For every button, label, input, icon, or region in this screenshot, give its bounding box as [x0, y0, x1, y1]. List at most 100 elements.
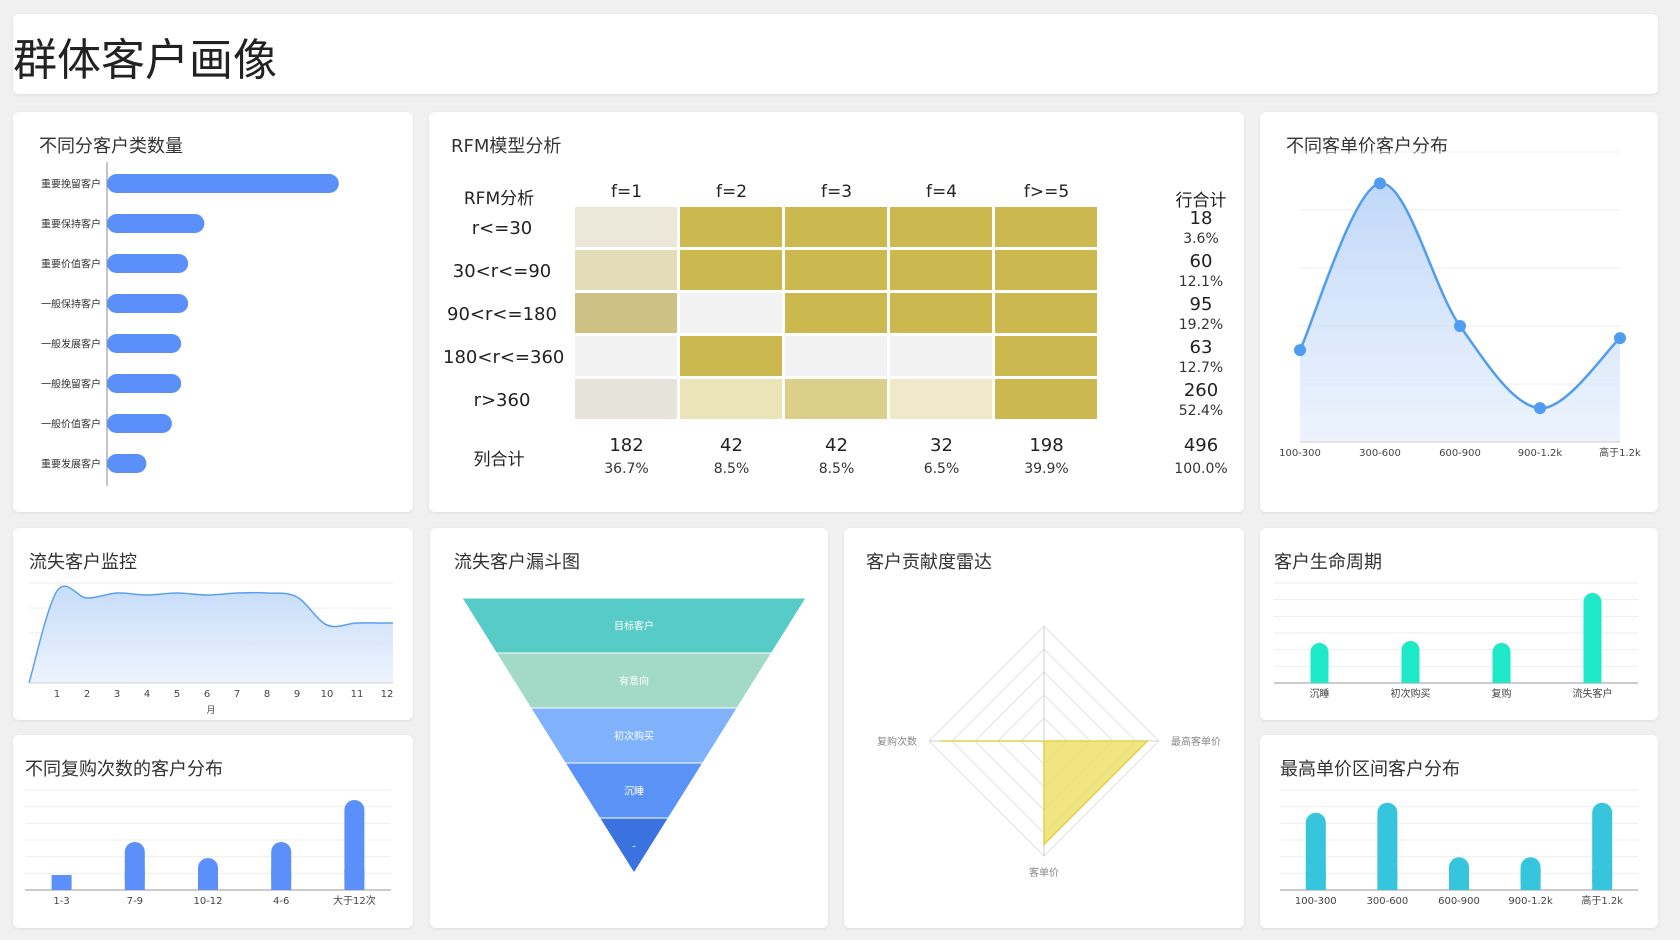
rfm-cell	[785, 207, 887, 247]
segment-label: 重要价值客户	[41, 258, 101, 271]
bar-base	[271, 870, 292, 890]
x-tick-label: 流失客户	[1573, 687, 1613, 700]
rfm-col-total: 182	[609, 435, 644, 456]
lifecycle-panel: 客户生命周期 沉睡 初次购买 复购 流失客户	[1260, 528, 1658, 720]
rfm-cell	[575, 379, 677, 419]
rfm-cell	[890, 336, 992, 376]
bar-base	[51, 875, 72, 890]
funnel-label: 目标客户	[614, 620, 654, 633]
segment-label: 一般挽留客户	[41, 378, 101, 391]
rfm-cell	[575, 250, 677, 290]
x-tick-label: 高于1.2k	[1581, 894, 1623, 907]
bar-base	[124, 870, 145, 890]
rfm-row-pct: 19.2%	[1178, 317, 1224, 333]
x-tick-label: 8	[264, 689, 270, 700]
rfm-col-header: f=2	[715, 182, 748, 202]
rfm-corner-label: RFM分析	[463, 189, 535, 209]
x-tick-label: 4	[144, 689, 150, 700]
rfm-cell	[575, 336, 677, 376]
rfm-col-header: f=3	[820, 182, 853, 202]
bar-base	[1401, 665, 1420, 683]
x-tick-label: 2	[84, 689, 90, 700]
bar-base	[1310, 665, 1329, 683]
price-point	[1374, 177, 1386, 190]
x-tick-label: 300-600	[1359, 448, 1401, 459]
rfm-cell	[890, 379, 992, 419]
rfm-row-total: 18	[1189, 208, 1213, 229]
x-tick-label: 6	[204, 689, 210, 700]
rfm-panel: RFM模型分析 RFM分析 行合计 列合计 496 100.0% f=1 182 3…	[429, 112, 1244, 512]
rfm-row-label: r<=30	[471, 218, 533, 239]
rfm-cell	[890, 293, 992, 333]
bar-base	[344, 870, 365, 890]
churn-monitor-chart: 1 2 3 4 5 6 7 8 9 10 11 12月	[28, 582, 393, 716]
x-tick-label: 600-900	[1439, 448, 1481, 459]
segments-panel: 不同分客户类数量 重要挽留客户 重要保持客户 重要价值客户 一般保持客户 一般发展客户一…	[13, 112, 413, 512]
rfm-cell	[995, 207, 1097, 247]
rfm-col-total-label: 列合计	[473, 450, 525, 470]
rfm-grand-total: 496	[1183, 435, 1219, 456]
x-tick-label: 100-300	[1279, 448, 1321, 459]
rfm-row-total: 63	[1189, 337, 1213, 358]
x-tick-label: 9	[294, 689, 300, 700]
max-price-chart: 100-300 300-600 600-900 900-1.2k 高于1.2k	[1280, 789, 1638, 907]
bar-base	[1492, 665, 1511, 683]
funnel-label: -	[632, 842, 636, 853]
segment-label: 一般发展客户	[41, 338, 101, 351]
x-tick-label: 4-6	[273, 896, 289, 907]
repurchase-chart: 1-3 7-9 10-12 4-6 大于12次	[25, 789, 391, 907]
rfm-row-total: 260	[1183, 380, 1219, 401]
rfm-cell	[995, 379, 1097, 419]
rfm-col-header: f>=5	[1023, 182, 1070, 202]
rfm-col-total: 42	[720, 435, 743, 456]
x-tick-label: 300-600	[1367, 896, 1409, 907]
rfm-row-total: 60	[1189, 251, 1213, 272]
x-tick-label: 初次购买	[1391, 687, 1431, 700]
bar-base	[1583, 665, 1602, 683]
rfm-cell	[785, 336, 887, 376]
rfm-col-pct: 8.5%	[818, 461, 855, 477]
churn-monitor-panel: 流失客户监控 1 2 3 4 5 6 7 8 9 10 11 12 月	[13, 528, 413, 720]
rfm-row-label: 30<r<=90	[452, 261, 552, 282]
segment-bar	[107, 294, 189, 313]
price-area	[1300, 183, 1620, 442]
rfm-cell	[575, 207, 677, 247]
x-tick-label: 大于12次	[333, 894, 376, 907]
x-tick-label: 10	[321, 689, 334, 700]
radar-indicator: 复购次数	[877, 735, 917, 748]
rfm-row-pct: 3.6%	[1183, 231, 1219, 247]
rfm-row-pct: 12.1%	[1178, 274, 1224, 290]
price-point	[1534, 402, 1546, 415]
rfm-row-total: 95	[1189, 294, 1213, 315]
x-tick-label: 3	[114, 689, 120, 700]
repurchase-panel: 不同复购次数的客户分布 1-3 7-9 10-12 4-6 大于12次	[13, 735, 413, 928]
rfm-row-label: 90<r<=180	[447, 304, 557, 325]
radar-area	[940, 740, 1150, 847]
x-tick-label: 7-9	[127, 896, 143, 907]
rfm-row-label: r>360	[473, 390, 531, 411]
radar-indicator: 客单价	[1029, 866, 1059, 879]
bar-base	[1520, 870, 1541, 890]
segment-bar	[107, 334, 182, 353]
funnel-chart: 目标客户有意向初次购买沉睡 -	[461, 597, 807, 874]
x-tick-label: 600-900	[1438, 896, 1480, 907]
rfm-col-total: 42	[825, 435, 848, 456]
rfm-col-total: 198	[1029, 435, 1064, 456]
x-tick-label: 1	[54, 689, 60, 700]
rfm-cell	[995, 336, 1097, 376]
churn-area	[29, 586, 393, 683]
x-axis-label: 月	[206, 705, 215, 716]
segment-bar	[107, 254, 189, 273]
rfm-cell	[680, 379, 782, 419]
x-tick-label: 100-300	[1295, 896, 1337, 907]
segment-label: 一般保持客户	[41, 298, 101, 311]
bar-base	[1449, 870, 1469, 890]
segments-chart: 重要挽留客户重要保持客户重要价值客户一般保持客户一般发展客户一般挽留客户一般价值…	[41, 162, 339, 486]
rfm-col-pct: 6.5%	[923, 461, 960, 477]
rfm-cell	[575, 293, 677, 333]
x-tick-label: 高于1.2k	[1599, 446, 1641, 459]
radar-indicator: 最高客单价	[1171, 735, 1221, 748]
rfm-cell	[890, 207, 992, 247]
rfm-cell	[995, 293, 1097, 333]
segment-bar	[107, 414, 172, 433]
